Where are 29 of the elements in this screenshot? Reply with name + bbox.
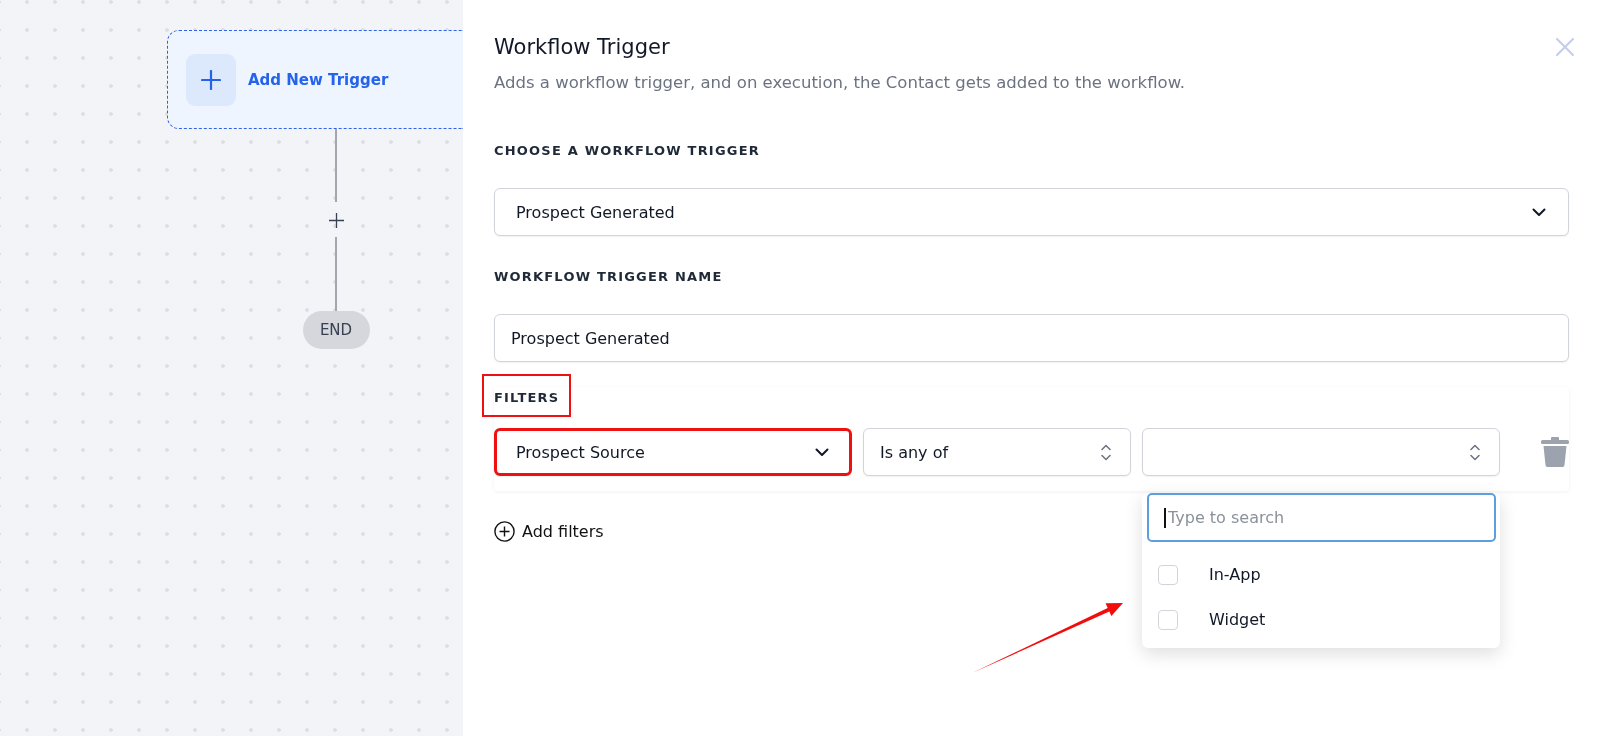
option-label[interactable]: In-App — [1209, 565, 1261, 584]
chevron-down-icon — [1532, 207, 1546, 217]
operator-select[interactable]: Is any of — [863, 428, 1131, 476]
plus-circle-icon — [494, 521, 515, 542]
end-node: END — [302, 311, 370, 349]
close-icon[interactable] — [1556, 38, 1574, 56]
trigger-node-label: Add New Trigger — [248, 70, 389, 89]
filters-label: FILTERS — [494, 390, 560, 406]
up-down-chevron-icon — [1470, 443, 1480, 461]
up-down-chevron-icon — [1101, 443, 1111, 461]
text-cursor — [1164, 508, 1166, 528]
field-label: WORKFLOW TRIGGER NAME — [494, 269, 724, 285]
add-trigger-node[interactable]: Add New Trigger — [167, 30, 463, 129]
panel-description: Adds a workflow trigger, and on execution, the Contact gets added to the workflow. — [494, 73, 1186, 93]
checkbox[interactable] — [1158, 564, 1178, 585]
plus-icon — [186, 53, 236, 106]
chevron-down-icon — [815, 447, 829, 457]
add-step-plus-icon[interactable] — [328, 213, 344, 228]
field-label: CHOOSE A WORKFLOW TRIGGER — [494, 143, 761, 159]
property-select[interactable]: Prospect Source — [494, 428, 852, 476]
trigger-select[interactable]: Prospect Generated — [494, 188, 1569, 236]
values-select[interactable] — [1142, 428, 1500, 476]
trigger-name-field[interactable]: Prospect Generated — [494, 314, 1569, 362]
panel-title: Workflow Trigger — [494, 35, 670, 59]
option-label[interactable]: Widget — [1209, 610, 1266, 629]
add-filters-button[interactable]: Add filters — [494, 521, 604, 542]
checkbox[interactable] — [1158, 609, 1178, 630]
trash-icon[interactable] — [1541, 437, 1569, 467]
search-field[interactable]: Type to search — [1147, 493, 1496, 542]
